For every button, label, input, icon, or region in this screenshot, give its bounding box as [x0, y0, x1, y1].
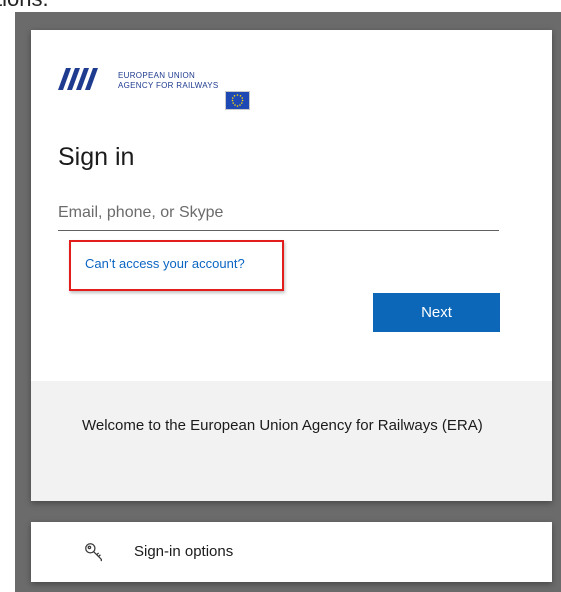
- welcome-message: Welcome to the European Union Agency for…: [82, 417, 483, 434]
- page-title: Sign in: [58, 143, 135, 171]
- logo-line-2: AGENCY FOR RAILWAYS: [118, 81, 219, 90]
- welcome-banner: Welcome to the European Union Agency for…: [31, 381, 552, 501]
- signin-options-button[interactable]: Sign-in options: [31, 522, 552, 582]
- railway-stripes-icon: [58, 68, 98, 90]
- era-logo: EUROPEAN UNION AGENCY FOR RAILWAYS: [58, 60, 288, 106]
- signin-options-label: Sign-in options: [134, 543, 234, 560]
- eu-flag-icon: [225, 91, 250, 110]
- next-button[interactable]: Next: [373, 293, 500, 332]
- cant-access-account-link[interactable]: Can’t access your account?: [85, 256, 245, 271]
- email-field[interactable]: [58, 196, 499, 231]
- document-text-fragment: tions.: [0, 0, 49, 12]
- key-icon: [85, 543, 102, 562]
- logo-line-1: EUROPEAN UNION: [118, 71, 196, 80]
